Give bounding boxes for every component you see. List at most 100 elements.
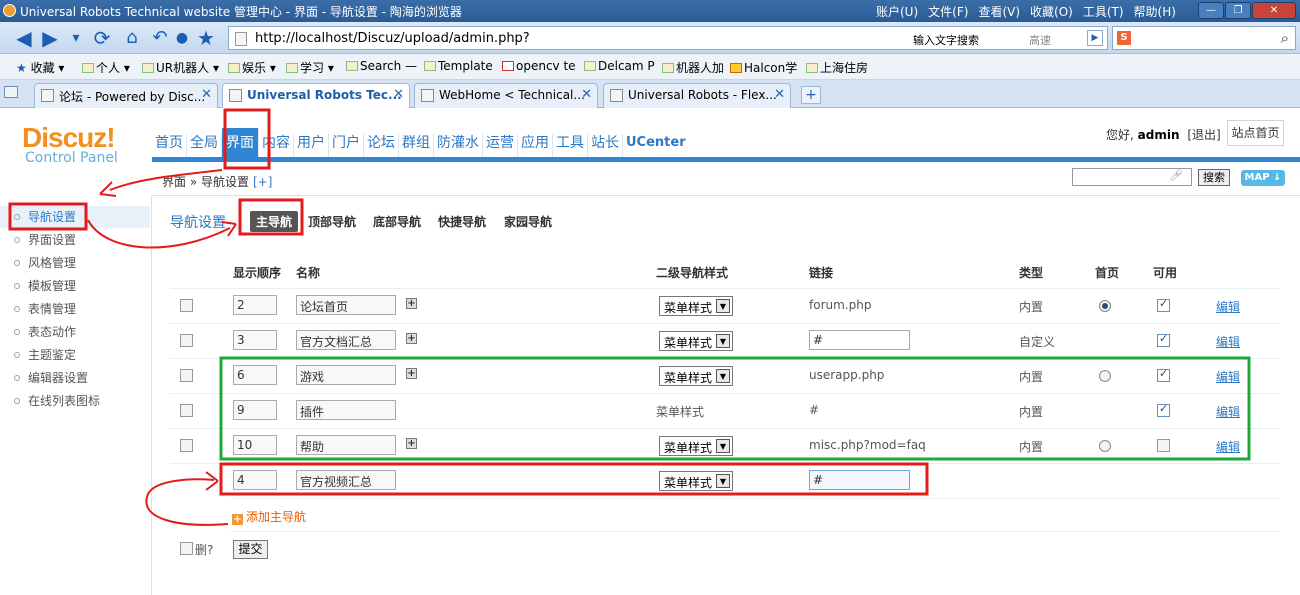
tab-forum[interactable]: 论坛 - Powered by Disc... ✕ <box>34 83 218 108</box>
home-radio[interactable] <box>1099 370 1111 382</box>
add-shortcut-link[interactable]: [+] <box>253 175 272 189</box>
dropdown-icon[interactable]: ▾ <box>64 26 88 50</box>
refresh-icon[interactable]: ⟳ <box>90 26 114 50</box>
order-input[interactable]: 6 <box>233 365 277 385</box>
sidebar-item-stamps[interactable]: 主题鉴定 <box>0 344 150 366</box>
go-icon[interactable]: ▶ <box>1087 30 1103 46</box>
edit-link[interactable]: 编辑 <box>1216 403 1240 420</box>
delete-checkbox[interactable] <box>180 404 193 417</box>
link-input[interactable]: # <box>809 330 910 350</box>
add-subnav-icon[interactable]: + <box>406 298 417 309</box>
delete-all-checkbox[interactable] <box>180 542 193 555</box>
back-icon[interactable]: ◀ <box>12 26 36 50</box>
edit-link[interactable]: 编辑 <box>1216 368 1240 385</box>
tab-main-nav[interactable]: 主导航 <box>250 211 299 232</box>
menu-account[interactable]: 账户(U) <box>876 3 918 20</box>
site-home-button[interactable]: 站点首页 <box>1227 120 1284 146</box>
style-select[interactable]: 菜单样式 ▼ <box>659 331 733 351</box>
tab-top-nav[interactable]: 顶部导航 <box>308 213 356 230</box>
menu-help[interactable]: 帮助(H) <box>1134 3 1176 20</box>
submit-button[interactable]: 提交 <box>233 540 268 559</box>
star-icon[interactable]: ★ <box>194 26 218 50</box>
add-subnav-icon[interactable]: + <box>406 333 417 344</box>
name-input[interactable]: 插件 <box>296 400 396 420</box>
edit-link[interactable]: 编辑 <box>1216 438 1240 455</box>
delete-checkbox[interactable] <box>180 334 193 347</box>
tab-quick-nav[interactable]: 快捷导航 <box>438 213 486 230</box>
fav-item[interactable]: 娱乐 ▾ <box>228 59 276 76</box>
sidebar-item-ui-settings[interactable]: 界面设置 <box>0 229 150 251</box>
fav-collect[interactable]: ★ 收藏 ▾ <box>16 59 64 76</box>
enabled-checkbox[interactable] <box>1157 332 1170 347</box>
delete-checkbox[interactable] <box>180 439 193 452</box>
style-select[interactable]: 菜单样式 ▼ <box>659 366 733 386</box>
order-input[interactable]: 9 <box>233 400 277 420</box>
name-input[interactable]: 论坛首页 <box>296 295 396 315</box>
new-tab-button[interactable]: + <box>801 86 821 104</box>
enabled-checkbox[interactable] <box>1157 439 1170 452</box>
tab-home-nav[interactable]: 家园导航 <box>504 213 552 230</box>
menu-tools[interactable]: 工具(T) <box>1083 3 1124 20</box>
fav-item[interactable]: Search — <box>346 59 417 73</box>
fav-item[interactable]: 上海住房 <box>806 59 868 76</box>
delete-checkbox[interactable] <box>180 299 193 312</box>
tab-ur-flex[interactable]: Universal Robots - Flex... ✕ <box>603 83 791 108</box>
menu-file[interactable]: 文件(F) <box>928 3 968 20</box>
home-icon[interactable]: ⌂ <box>120 26 144 50</box>
enabled-checkbox[interactable] <box>1157 297 1170 312</box>
search-icon[interactable]: ⌕ <box>1281 29 1289 47</box>
sidebar-item-editor[interactable]: 编辑器设置 <box>0 367 150 389</box>
fav-item[interactable]: 学习 ▾ <box>286 59 334 76</box>
fav-item[interactable]: opencv te <box>502 59 576 73</box>
logout-link[interactable]: [退出] <box>1187 128 1220 142</box>
undo-icon[interactable]: ↶ <box>148 26 172 50</box>
fav-item[interactable]: Delcam P <box>584 59 655 73</box>
minimize-button[interactable]: — <box>1198 2 1224 19</box>
mic-icon[interactable]: 🎤︎ <box>1169 169 1183 182</box>
style-select[interactable]: 菜单样式 ▼ <box>659 471 733 491</box>
fav-item[interactable]: Template <box>424 59 493 73</box>
edit-link[interactable]: 编辑 <box>1216 298 1240 315</box>
order-input[interactable]: 3 <box>233 330 277 350</box>
sidebar-item-actions[interactable]: 表态动作 <box>0 321 150 343</box>
fav-item[interactable]: 机器人加 <box>662 59 724 76</box>
name-input[interactable]: 官方视频汇总 <box>296 470 396 490</box>
enabled-checkbox[interactable] <box>1157 402 1170 417</box>
tab-webhome[interactable]: WebHome < Technical... ✕ <box>414 83 598 108</box>
menu-favorites[interactable]: 收藏(O) <box>1030 3 1073 20</box>
tab-close-icon[interactable]: ✕ <box>201 87 212 102</box>
enabled-checkbox[interactable] <box>1157 367 1170 382</box>
order-input[interactable]: 4 <box>233 470 277 490</box>
name-input[interactable]: 官方文档汇总 <box>296 330 396 350</box>
tab-menu-icon[interactable] <box>4 86 18 98</box>
browser-search-input[interactable]: S ⌕ <box>1112 26 1296 50</box>
add-subnav-icon[interactable]: + <box>406 438 417 449</box>
close-window-button[interactable]: ✕ <box>1252 2 1296 19</box>
admin-search-button[interactable]: 搜索 <box>1198 169 1230 186</box>
order-input[interactable]: 2 <box>233 295 277 315</box>
style-select[interactable]: 菜单样式 ▼ <box>659 436 733 456</box>
address-bar[interactable]: http://localhost/Discuz/upload/admin.php… <box>228 26 1108 50</box>
name-input[interactable]: 帮助 <box>296 435 396 455</box>
sidebar-item-smilies[interactable]: 表情管理 <box>0 298 150 320</box>
fav-item[interactable]: 个人 ▾ <box>82 59 130 76</box>
sidebar-item-nav-settings[interactable]: 导航设置 <box>0 206 150 228</box>
fav-item[interactable]: Halcon学 <box>730 59 797 76</box>
sidebar-item-online-icons[interactable]: 在线列表图标 <box>0 390 150 412</box>
search-engine-icon[interactable]: S <box>1117 31 1131 45</box>
name-input[interactable]: 游戏 <box>296 365 396 385</box>
menu-view[interactable]: 查看(V) <box>978 3 1020 20</box>
edit-link[interactable]: 编辑 <box>1216 333 1240 350</box>
tools-icon[interactable]: ● <box>170 26 194 50</box>
home-radio[interactable] <box>1099 300 1111 312</box>
tab-footer-nav[interactable]: 底部导航 <box>373 213 421 230</box>
map-button[interactable]: MAP ↓ <box>1241 170 1285 186</box>
order-input[interactable]: 10 <box>233 435 277 455</box>
maximize-button[interactable]: ❐ <box>1225 2 1251 19</box>
sidebar-item-templates[interactable]: 模板管理 <box>0 275 150 297</box>
speed-mode[interactable]: 高速 <box>1029 32 1051 48</box>
fav-item[interactable]: UR机器人 ▾ <box>142 59 219 76</box>
style-select[interactable]: 菜单样式 ▼ <box>659 296 733 316</box>
tab-close-icon[interactable]: ✕ <box>393 87 404 102</box>
tab-close-icon[interactable]: ✕ <box>774 87 785 102</box>
